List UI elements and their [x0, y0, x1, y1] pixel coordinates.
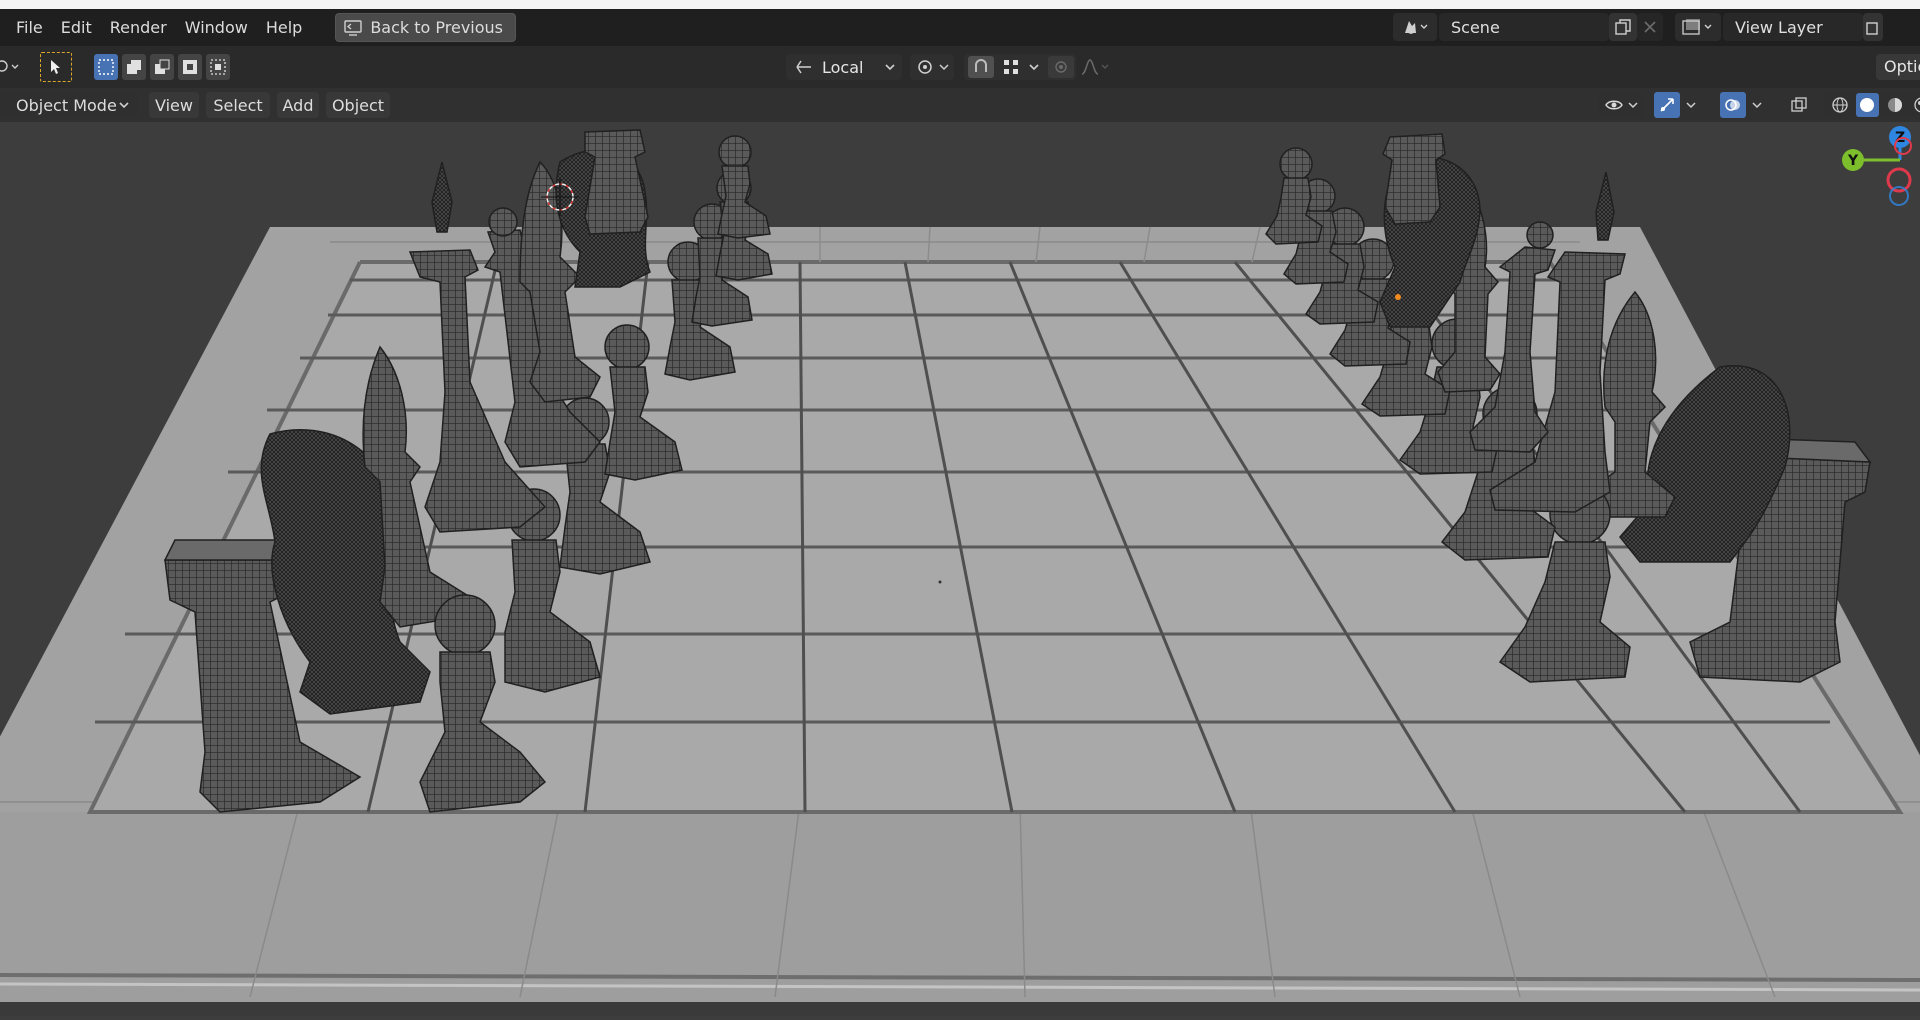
menu-window[interactable]: Window — [176, 14, 257, 42]
duplicate-icon — [1866, 18, 1880, 36]
transform-orientation-label: Local — [822, 58, 863, 77]
xray-icon — [1790, 96, 1808, 114]
object-mode-label: Object Mode — [16, 96, 117, 115]
view-layer-browse-button[interactable] — [1675, 13, 1721, 41]
select-invert-icon — [181, 58, 199, 76]
select-subtract-button[interactable] — [150, 54, 174, 80]
object-menu[interactable]: Object — [326, 92, 390, 118]
gizmo-toggle-button[interactable] — [1654, 92, 1680, 118]
back-screen-icon — [344, 20, 362, 36]
snap-increment-icon[interactable] — [1002, 58, 1020, 76]
shading-mode-group — [1824, 92, 1920, 118]
chevron-down-icon — [1628, 100, 1638, 110]
chevron-down-icon[interactable] — [1028, 62, 1040, 72]
object-origin-point — [1395, 294, 1401, 300]
window-title-strip — [0, 0, 1920, 9]
magnet-icon — [972, 58, 990, 76]
solid-sphere-icon — [1858, 96, 1876, 114]
select-extend-icon — [125, 58, 143, 76]
chevron-down-icon — [884, 62, 896, 72]
eye-icon — [1604, 97, 1624, 113]
rook-back-left[interactable] — [585, 130, 648, 234]
select-extend-button[interactable] — [122, 54, 146, 80]
select-menu[interactable]: Select — [206, 92, 270, 118]
scene-icon — [1402, 18, 1428, 36]
select-new-button[interactable] — [94, 54, 118, 80]
material-shading-button[interactable] — [1883, 93, 1907, 117]
board-front-edge — [0, 802, 1920, 1002]
back-to-previous-label: Back to Previous — [370, 18, 503, 37]
menu-edit[interactable]: Edit — [52, 14, 101, 42]
rendered-sphere-icon — [1913, 96, 1920, 114]
menu-help[interactable]: Help — [257, 14, 311, 42]
viewport-header: Object Mode View Select Add Object — [0, 88, 1920, 122]
gizmo-toggle-group — [1654, 92, 1708, 118]
close-icon — [1643, 20, 1657, 34]
select-intersect-button[interactable] — [206, 54, 230, 80]
chevron-down-icon — [118, 100, 130, 110]
viewport-canvas: Z Y — [0, 122, 1920, 1016]
chevron-down-icon[interactable] — [1686, 100, 1696, 110]
proportional-edit-button[interactable] — [1048, 56, 1074, 78]
delete-scene-button[interactable] — [1637, 13, 1663, 41]
xray-toggle-button[interactable] — [1786, 92, 1812, 118]
select-new-icon — [97, 58, 115, 76]
selectability-visibility-dropdown[interactable] — [1598, 92, 1644, 118]
proportional-edit-icon — [1053, 59, 1069, 75]
overlays-icon — [1723, 96, 1743, 114]
navigation-gizmo[interactable]: Z Y — [1842, 126, 1911, 205]
orientation-local-icon — [794, 58, 814, 76]
view-layer-name-field[interactable]: View Layer — [1723, 13, 1863, 41]
menu-render[interactable]: Render — [101, 14, 176, 42]
scene-selector-group: Scene View Layer — [1393, 13, 1883, 41]
tool-dropdown-icon[interactable] — [0, 58, 22, 76]
3d-viewport[interactable]: Z Y — [0, 122, 1920, 1016]
snap-toggle-button[interactable] — [968, 56, 994, 78]
material-sphere-icon — [1886, 96, 1904, 114]
scene-name-field[interactable]: Scene — [1439, 13, 1609, 41]
transform-orientation-dropdown[interactable]: Local — [786, 54, 902, 80]
options-dropdown[interactable]: Optic — [1876, 54, 1920, 80]
pivot-link-icon — [915, 58, 935, 76]
rendered-shading-button[interactable] — [1911, 93, 1920, 117]
tool-settings-bar: Local Optic — [0, 46, 1920, 88]
select-tool-button[interactable] — [40, 52, 72, 82]
falloff-curve-icon[interactable] — [1080, 58, 1110, 76]
add-menu[interactable]: Add — [277, 92, 319, 118]
wireframe-sphere-icon — [1831, 96, 1849, 114]
new-view-layer-button[interactable] — [1863, 13, 1883, 41]
wireframe-shading-button[interactable] — [1828, 93, 1852, 117]
select-invert-button[interactable] — [178, 54, 202, 80]
rook-back-right[interactable] — [1383, 134, 1445, 224]
overlay-toggle-group — [1720, 92, 1774, 118]
duplicate-icon — [1614, 18, 1632, 36]
scene-browse-button[interactable] — [1393, 13, 1437, 41]
select-subtract-icon — [153, 58, 171, 76]
view-layer-icon — [1681, 18, 1715, 36]
view-menu[interactable]: View — [149, 92, 199, 118]
solid-shading-button[interactable] — [1856, 93, 1880, 117]
object-mode-dropdown[interactable]: Object Mode — [0, 92, 138, 118]
selection-mode-group — [94, 54, 230, 80]
gizmo-icon — [1658, 96, 1676, 114]
pawn-left-8[interactable] — [718, 136, 770, 238]
overlay-toggle-button[interactable] — [1720, 92, 1746, 118]
chevron-down-icon[interactable] — [1752, 100, 1762, 110]
proportional-editing-group — [1048, 54, 1124, 80]
pivot-point-dropdown[interactable] — [910, 54, 954, 80]
y-axis-label: Y — [1847, 153, 1859, 169]
menu-file[interactable]: File — [0, 14, 52, 42]
back-to-previous-button[interactable]: Back to Previous — [335, 13, 516, 42]
select-intersect-icon — [209, 58, 227, 76]
new-scene-button[interactable] — [1609, 13, 1637, 41]
viewport-center-dot — [939, 581, 942, 584]
chevron-down-icon — [939, 62, 949, 72]
cursor-arrow-icon — [48, 58, 64, 76]
